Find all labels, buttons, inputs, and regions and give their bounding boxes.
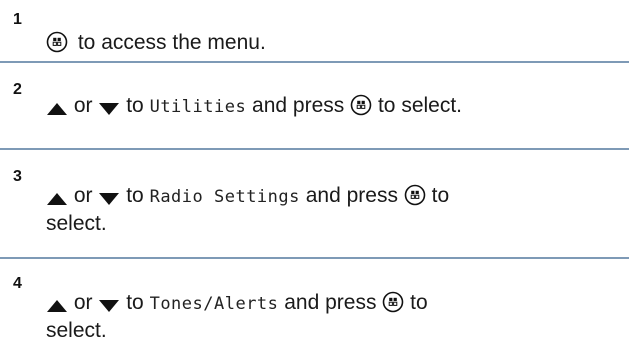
to-text: to — [126, 184, 144, 207]
up-arrow-icon — [46, 299, 68, 313]
to-text: to — [126, 291, 144, 314]
step-instruction: to access the menu. — [46, 30, 266, 56]
menu-ok-button-icon — [350, 94, 372, 116]
and-press-text: and press — [305, 184, 398, 207]
step-3: 3 or to Radio Settings and press to sele… — [0, 150, 629, 240]
step-4: 4 or to Tones/Alerts and press to select… — [0, 259, 629, 350]
down-arrow-icon — [98, 192, 120, 206]
up-arrow-icon — [46, 192, 68, 206]
step-instruction-continued: select. — [46, 211, 107, 237]
instruction-text: to access the menu. — [77, 31, 266, 54]
step-number: 4 — [13, 275, 22, 292]
down-arrow-icon — [98, 102, 120, 116]
step-instruction-continued: select. — [46, 318, 107, 344]
or-text: or — [73, 184, 93, 207]
step-instruction: or to Utilities and press to select. — [46, 93, 462, 120]
step-instruction: or to Radio Settings and press to — [46, 183, 449, 210]
select-text: select. — [46, 319, 107, 342]
down-arrow-icon — [98, 299, 120, 313]
or-text: or — [73, 94, 93, 117]
to-text: to — [410, 291, 428, 314]
step-number: 1 — [13, 11, 22, 28]
and-press-text: and press — [252, 94, 345, 117]
or-text: or — [73, 291, 93, 314]
menu-ok-button-icon — [404, 184, 426, 206]
menu-target: Tones/Alerts — [149, 294, 279, 314]
menu-target: Utilities — [149, 97, 247, 117]
up-arrow-icon — [46, 102, 68, 116]
to-text: to — [126, 94, 144, 117]
step-1: 1 to access the menu. — [0, 0, 629, 60]
step-number: 2 — [13, 81, 22, 98]
menu-ok-button-icon — [46, 31, 68, 53]
step-instruction: or to Tones/Alerts and press to — [46, 290, 428, 317]
and-press-text: and press — [284, 291, 377, 314]
select-text: select. — [46, 212, 107, 235]
to-select-text: to select. — [377, 94, 463, 117]
step-2: 2 or to Utilities and press to select. — [0, 62, 629, 128]
step-number: 3 — [13, 168, 22, 185]
menu-target: Radio Settings — [149, 187, 300, 207]
menu-ok-button-icon — [382, 291, 404, 313]
to-text: to — [431, 184, 450, 207]
